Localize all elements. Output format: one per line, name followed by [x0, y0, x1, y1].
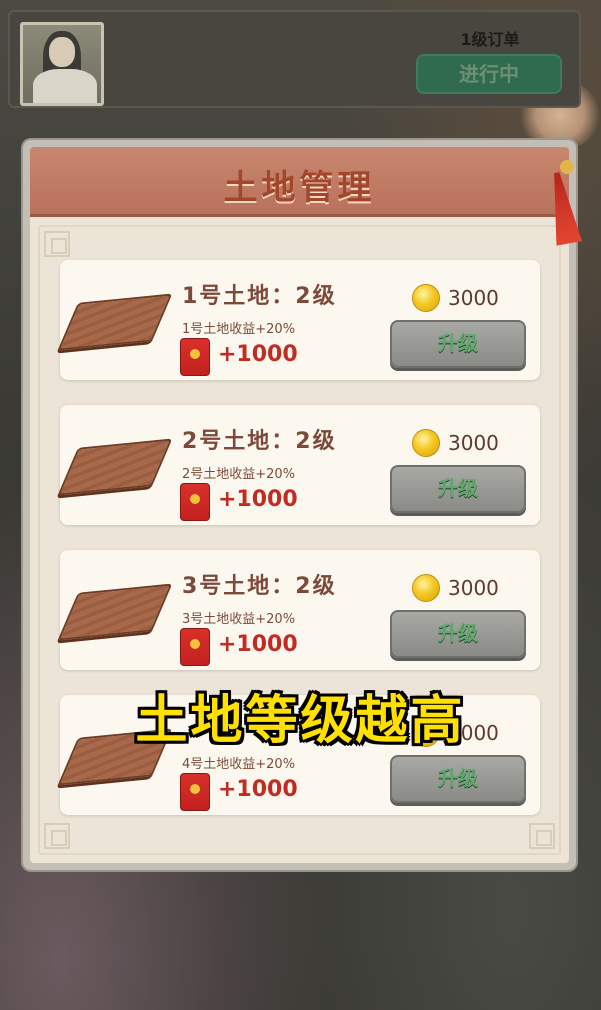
land-bonus: 2号土地收益+20% — [182, 467, 296, 482]
land-plot-icon — [57, 583, 173, 641]
land-bonus: 4号土地收益+20% — [182, 757, 296, 772]
corner-ornament-bottom-right — [529, 823, 555, 849]
corner-ornament-bottom-left — [44, 823, 70, 849]
land-bonus: 1号土地收益+20% — [182, 322, 296, 337]
land-name: 3号土地：2级 — [182, 574, 337, 599]
land-bonus: 3号土地收益+20% — [182, 612, 296, 627]
land-reward: +1000 — [218, 777, 298, 802]
character-portrait[interactable] — [20, 22, 104, 106]
land-reward: +1000 — [218, 342, 298, 367]
red-envelope-icon — [180, 773, 210, 811]
gold-coin-icon — [412, 429, 440, 457]
order-status-button[interactable]: 进行中 — [416, 54, 562, 94]
land-plot-icon — [57, 293, 173, 351]
land-reward: +1000 — [218, 487, 298, 512]
upgrade-button[interactable]: 升级 — [390, 320, 526, 368]
order-bar: 1级订单 进行中 — [8, 10, 581, 108]
upgrade-cost: 3000 — [448, 576, 499, 600]
tassel-knot-icon — [560, 160, 574, 174]
red-envelope-icon — [180, 338, 210, 376]
land-name: 1号土地：2级 — [182, 284, 337, 309]
portrait-face — [49, 37, 75, 67]
upgrade-cost: 3000 — [448, 431, 499, 455]
land-row-1: 1号土地：2级 1号土地收益+20% +1000 3000 升级 — [57, 260, 540, 380]
land-row-2: 2号土地：2级 2号土地收益+20% +1000 3000 升级 — [57, 405, 540, 525]
upgrade-button[interactable]: 升级 — [390, 610, 526, 658]
land-row-3: 3号土地：2级 3号土地收益+20% +1000 3000 升级 — [57, 550, 540, 670]
land-reward: +1000 — [218, 632, 298, 657]
upgrade-button[interactable]: 升级 — [390, 755, 526, 803]
order-level-label: 1级订单 — [460, 30, 520, 49]
red-envelope-icon — [180, 628, 210, 666]
upgrade-button[interactable]: 升级 — [390, 465, 526, 513]
portrait-robe — [33, 69, 97, 103]
gold-coin-icon — [412, 574, 440, 602]
corner-ornament-top-left — [44, 231, 70, 257]
video-caption: 土地等级越高 — [135, 691, 466, 751]
panel-title: 土地管理 — [223, 168, 376, 208]
land-name: 2号土地：2级 — [182, 429, 337, 454]
red-envelope-icon — [180, 483, 210, 521]
upgrade-cost: 3000 — [448, 286, 499, 310]
panel-header: 土地管理 — [30, 147, 569, 217]
gold-coin-icon — [412, 284, 440, 312]
land-plot-icon — [57, 438, 173, 496]
